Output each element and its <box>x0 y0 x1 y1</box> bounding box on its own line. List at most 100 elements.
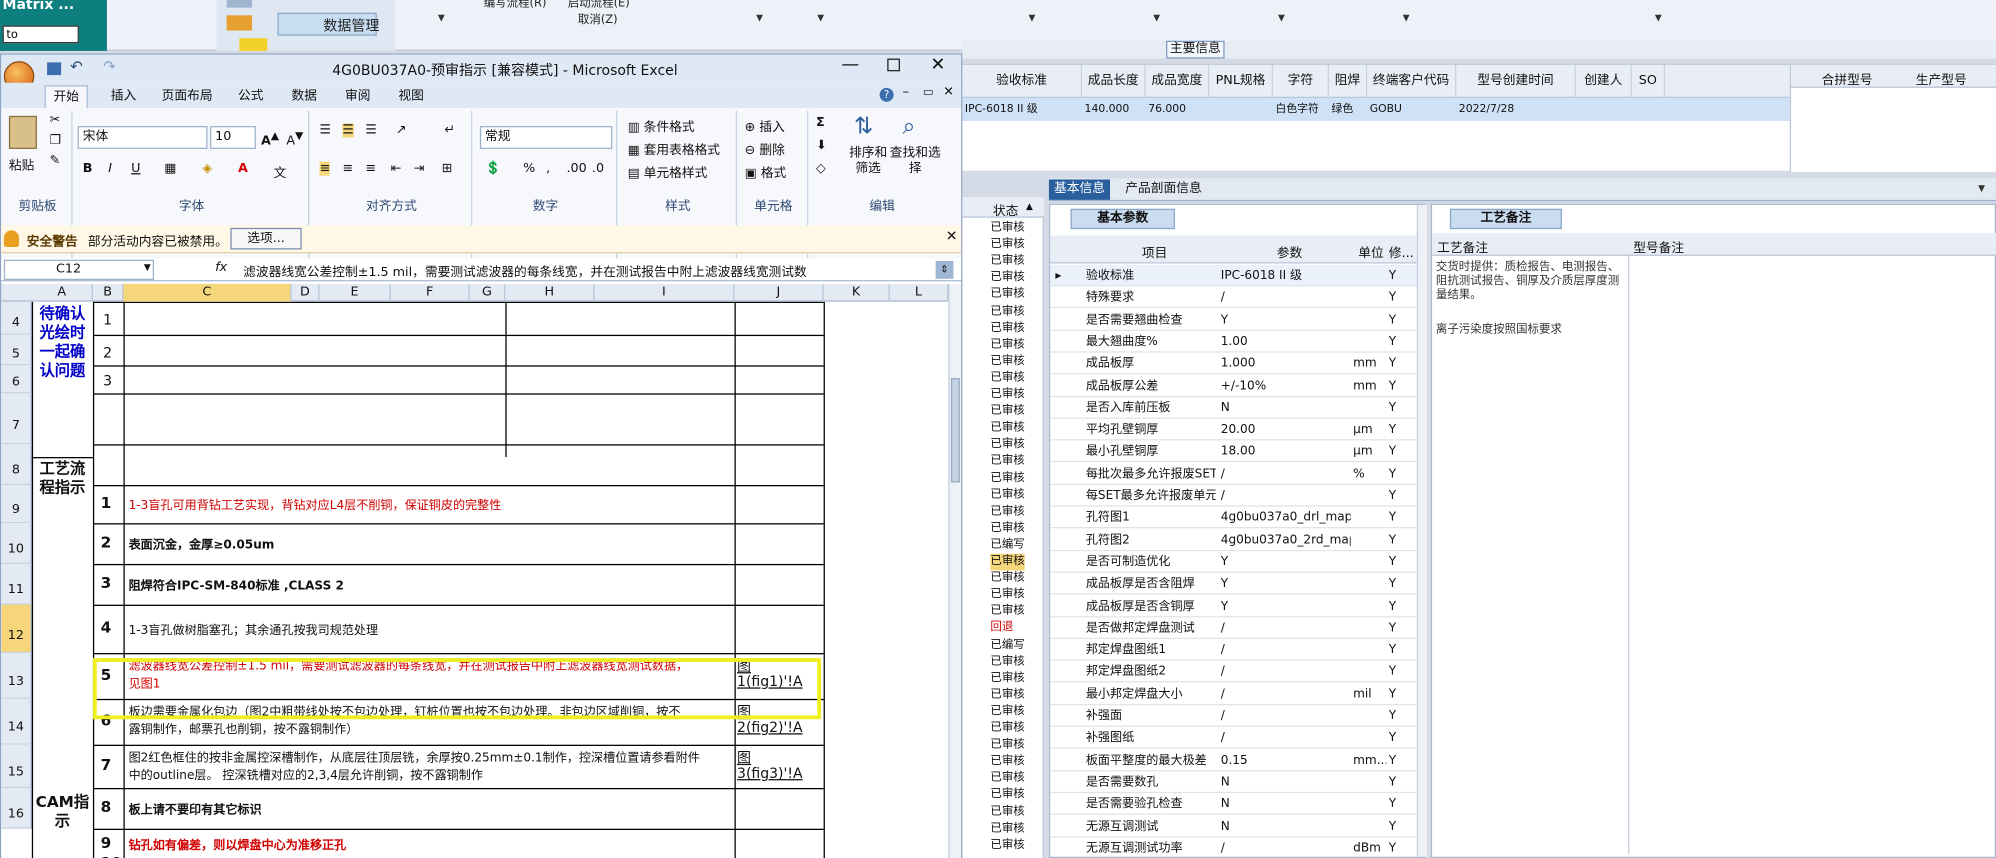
expand-formula-icon[interactable]: ⇕ <box>935 260 954 279</box>
row-header[interactable]: 4 <box>1 301 32 335</box>
chevron-down-icon[interactable]: ▼ <box>1153 13 1160 23</box>
param-row[interactable]: 成品板厚公差 +/-10% mm Y <box>1050 375 1417 397</box>
tab-home[interactable]: 开始 <box>44 85 88 109</box>
number-format-box[interactable]: 常规 <box>479 126 613 149</box>
param-row[interactable]: 是否可制造优化 Y Y <box>1050 551 1417 573</box>
param-row[interactable]: 邦定焊盘图纸1 / Y <box>1050 639 1417 661</box>
header-cell[interactable]: 验收标准 <box>962 64 1083 99</box>
fill-color-icon[interactable]: ◈ <box>202 162 212 176</box>
header-cell[interactable]: 成品宽度 <box>1146 64 1210 99</box>
insert-cells-button[interactable]: ⊕ 插入 <box>745 116 785 135</box>
tab-data[interactable]: 数据 <box>284 85 325 108</box>
grid-row[interactable]: IPC-6018 II 级 140.000 76.000 白色字符 绿色 GOB… <box>962 98 1790 121</box>
data-manage-item[interactable]: 数据管理 <box>323 15 379 35</box>
status-item[interactable]: 已审核 <box>990 771 1024 788</box>
column-header[interactable]: I <box>594 283 735 302</box>
to-field[interactable]: to <box>2 25 79 44</box>
status-item[interactable]: 已审核 <box>990 587 1024 604</box>
header-cell[interactable]: 型号创建时间 <box>1456 64 1576 99</box>
ribbon-close-icon[interactable]: ✕ <box>943 85 954 99</box>
param-row[interactable]: 每SET最多允许报废单元 / Y <box>1050 485 1417 507</box>
status-item[interactable]: 已审核 <box>990 370 1024 387</box>
decrease-decimal-icon[interactable]: .0 <box>592 162 604 176</box>
formula-input[interactable]: 滤波器线宽公差控制±1.5 mil，需要测试滤波器的每条线宽，并在测试报告中附上… <box>243 261 930 280</box>
column-header[interactable]: F <box>391 283 470 302</box>
help-icon[interactable]: ? <box>879 87 894 102</box>
status-item[interactable]: 已审核 <box>990 287 1024 304</box>
status-item[interactable]: 已审核 <box>990 654 1024 671</box>
chevron-down-icon[interactable]: ▼ <box>756 13 763 23</box>
align-bottom-icon[interactable]: ☰ <box>365 123 376 137</box>
vertical-scrollbar[interactable] <box>948 283 962 858</box>
column-header[interactable]: D <box>292 283 320 302</box>
status-item[interactable]: 已审核 <box>990 520 1024 537</box>
header-cell[interactable]: 阻焊 <box>1329 64 1368 99</box>
column-header[interactable]: G <box>470 283 506 302</box>
chevron-down-icon[interactable]: ▼ <box>1403 13 1410 23</box>
tab-view[interactable]: 视图 <box>391 85 432 108</box>
align-center-icon[interactable]: ≡ <box>342 162 353 176</box>
maximize-icon[interactable] <box>887 58 900 72</box>
tab-insert[interactable]: 插入 <box>103 85 144 108</box>
param-row[interactable]: 最大翘曲度% 1.00 Y <box>1050 331 1417 353</box>
row-header[interactable]: 6 <box>1 365 32 394</box>
increase-decimal-icon[interactable]: .00 <box>566 162 586 176</box>
worksheet[interactable]: 4 5 6 7 8 9 10 11 12 13 14 15 16 待确认光绘时一起确认问题 工艺流程指示 CA… <box>1 301 949 858</box>
grow-font-icon[interactable]: A▲ <box>261 129 279 149</box>
wrap-text-icon[interactable]: ↵ <box>444 123 455 137</box>
column-header[interactable]: K <box>824 283 890 302</box>
param-row[interactable]: 是否做邦定焊盘测试 / Y <box>1050 617 1417 639</box>
param-row[interactable]: 孔符图1 4g0bu037a0_drl_map... Y <box>1050 507 1417 529</box>
status-item[interactable]: 已审核 <box>990 787 1024 804</box>
align-top-icon[interactable]: ☰ <box>320 123 331 137</box>
status-item[interactable]: 已审核 <box>990 804 1024 821</box>
decrease-indent-icon[interactable]: ⇤ <box>391 162 402 176</box>
status-item[interactable]: 已审核 <box>990 504 1024 521</box>
status-item[interactable]: 已编写 <box>990 537 1024 554</box>
status-item[interactable]: 已审核 <box>990 670 1024 687</box>
param-row[interactable]: 是否需要数孔 N Y <box>1050 771 1417 793</box>
header-cell[interactable]: SO <box>1632 64 1666 99</box>
delete-cells-button[interactable]: ⊖ 删除 <box>745 139 785 158</box>
bold-button[interactable]: B <box>83 162 93 176</box>
column-header[interactable]: A <box>32 283 93 302</box>
status-item[interactable]: 已审核 <box>990 220 1024 237</box>
column-header[interactable]: C <box>123 283 292 302</box>
start-flow-item[interactable]: 启动流程(E) <box>568 0 630 10</box>
status-item[interactable]: 已审核 <box>990 821 1024 838</box>
status-item[interactable]: 已审核 <box>990 304 1024 321</box>
tab-review[interactable]: 审阅 <box>337 85 378 108</box>
status-item[interactable]: 已审核 <box>990 837 1024 854</box>
figure-link[interactable]: 3(fig3)'!A <box>737 765 802 782</box>
param-row[interactable]: 成品板厚 1.000 mm Y <box>1050 353 1417 375</box>
status-item[interactable]: 已审核 <box>990 270 1024 287</box>
close-icon[interactable]: ✕ <box>931 55 946 75</box>
status-item[interactable]: 已审核 <box>990 337 1024 354</box>
phonetic-icon[interactable]: 文 <box>274 162 287 181</box>
row-header[interactable]: 12 <box>1 604 32 654</box>
chevron-down-icon[interactable]: ▼ <box>1029 13 1036 23</box>
merge-model-header[interactable]: 合拼型号 <box>1822 69 1873 88</box>
chevron-down-icon[interactable]: ▼ <box>1655 13 1662 23</box>
status-item[interactable]: 已审核 <box>990 604 1024 621</box>
paste-icon[interactable] <box>8 115 37 149</box>
redo-icon[interactable]: ↷ <box>103 57 116 75</box>
font-color-icon[interactable]: A <box>238 162 248 176</box>
cut-icon[interactable]: ✂ <box>50 113 61 127</box>
copy-icon[interactable]: ❐ <box>50 134 61 148</box>
status-item[interactable]: 已审核 <box>990 687 1024 704</box>
status-item[interactable]: 已审核 <box>990 420 1024 437</box>
status-item[interactable]: 已审核 <box>990 237 1024 254</box>
status-item[interactable]: 已审核 <box>990 487 1024 504</box>
find-select-button[interactable]: 查找和选择 <box>890 146 941 177</box>
status-item[interactable]: 已审核 <box>990 721 1024 738</box>
row-header[interactable]: 13 <box>1 653 32 699</box>
clear-icon[interactable]: ◇ <box>816 162 826 176</box>
figure-link[interactable]: 图 <box>737 854 751 858</box>
orientation-icon[interactable]: ↗ <box>396 123 407 137</box>
tab-process-notes[interactable]: 工艺备注 <box>1449 208 1562 230</box>
chevron-down-icon[interactable]: ▼ <box>438 13 445 23</box>
status-item[interactable]: 已审核 <box>990 570 1024 587</box>
sort-filter-icon[interactable]: ⇅ <box>854 113 873 140</box>
param-row[interactable]: 最小邦定焊盘大小 / mil Y <box>1050 683 1417 705</box>
